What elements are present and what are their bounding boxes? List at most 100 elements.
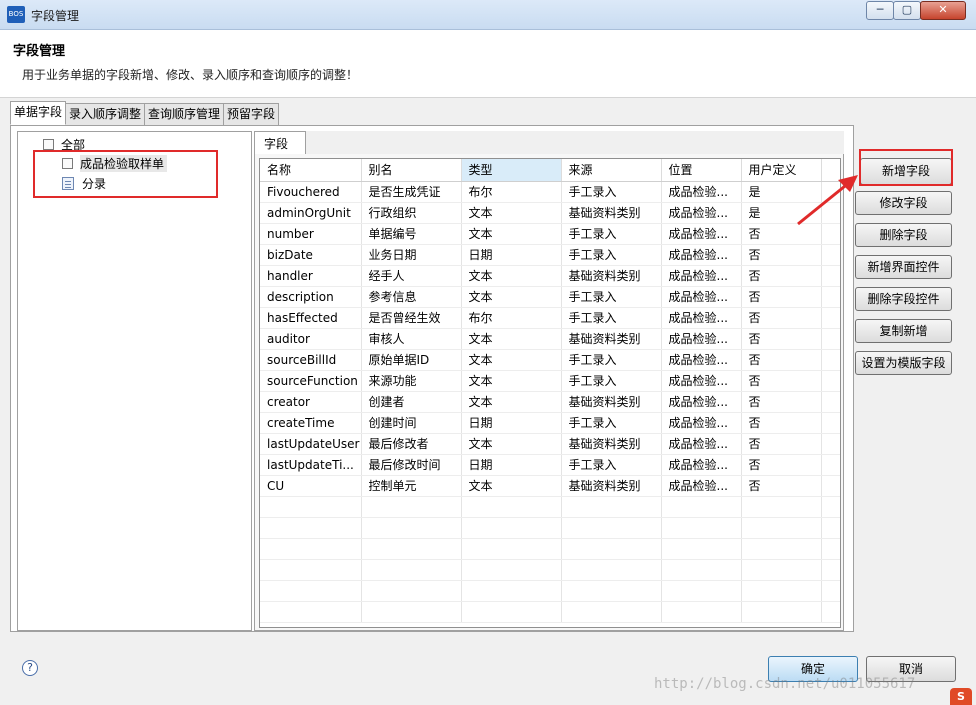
table-row[interactable]: Fivouchered 是否生成凭证 布尔 手工录入 成品检验... 是 <box>260 181 840 203</box>
maximize-button[interactable]: ▢ <box>893 1 921 20</box>
table-cell: 基础资料类别 <box>561 475 662 497</box>
table-cell: 成品检验... <box>661 202 742 224</box>
table-row[interactable]: sourceBillId 原始单据ID 文本 手工录入 成品检验... 否 <box>260 349 840 371</box>
table-row[interactable]: adminOrgUnit 行政组织 文本 基础资料类别 成品检验... 是 <box>260 202 840 224</box>
table-cell: 否 <box>741 328 822 350</box>
table-row[interactable]: sourceFunction 来源功能 文本 手工录入 成品检验... 否 <box>260 370 840 392</box>
table-row[interactable]: description 参考信息 文本 手工录入 成品检验... 否 <box>260 286 840 308</box>
set-template-field-button[interactable]: 设置为模版字段 <box>855 351 952 375</box>
table-cell-filler <box>821 307 840 329</box>
table-cell: 否 <box>741 412 822 434</box>
table-cell: 来源功能 <box>361 370 462 392</box>
tree-node-checkbox[interactable] <box>43 138 54 150</box>
table-cell-filler <box>821 475 840 497</box>
table-cell <box>741 538 822 560</box>
tree-item-all[interactable]: 全部 <box>43 135 85 153</box>
table-cell <box>260 559 362 581</box>
table-cell: 成品检验... <box>661 475 742 497</box>
field-table: 名称 别名 类型 来源 位置 用户定义 Fivouchered 是否生成凭证 布尔 手工录入 成品… <box>260 159 840 623</box>
table-cell: 成品检验... <box>661 454 742 476</box>
app-icon: BOS <box>7 6 25 23</box>
table-cell: 单据编号 <box>361 223 462 245</box>
table-cell: 成品检验... <box>661 265 742 287</box>
tab-fields[interactable]: 字段 <box>254 131 306 155</box>
delete-field-button[interactable]: 删除字段 <box>855 223 952 247</box>
table-cell <box>260 580 362 602</box>
table-cell: 手工录入 <box>561 286 662 308</box>
table-cell: description <box>260 286 362 308</box>
add-field-button[interactable]: 新增字段 <box>860 158 952 185</box>
tab-reserved-fields[interactable]: 预留字段 <box>223 103 280 125</box>
delete-field-control-button[interactable]: 删除字段控件 <box>855 287 952 311</box>
column-header[interactable]: 名称 <box>260 159 362 182</box>
column-header[interactable]: 类型 <box>461 159 562 182</box>
table-row[interactable]: CU 控制单元 文本 基础资料类别 成品检验... 否 <box>260 475 840 497</box>
table-row[interactable]: lastUpdateTi... 最后修改时间 日期 手工录入 成品检验... 否 <box>260 454 840 476</box>
table-row[interactable]: bizDate 业务日期 日期 手工录入 成品检验... 否 <box>260 244 840 266</box>
table-cell <box>361 601 462 623</box>
table-cell: 文本 <box>461 391 562 413</box>
help-icon[interactable]: ? <box>22 660 38 676</box>
table-cell <box>561 580 662 602</box>
table-cell: auditor <box>260 328 362 350</box>
table-body: Fivouchered 是否生成凭证 布尔 手工录入 成品检验... 是 adminOrgU… <box>260 181 840 623</box>
table-cell: 成品检验... <box>661 244 742 266</box>
column-header[interactable]: 来源 <box>561 159 662 182</box>
table-cell-filler <box>821 265 840 287</box>
column-header[interactable]: 别名 <box>361 159 462 182</box>
table-row[interactable]: createTime 创建时间 日期 手工录入 成品检验... 否 <box>260 412 840 434</box>
table-cell <box>561 559 662 581</box>
table-cell-filler <box>821 349 840 371</box>
table-cell: 日期 <box>461 412 562 434</box>
tab-document-fields[interactable]: 单据字段 <box>10 101 67 125</box>
table-row[interactable]: lastUpdateUser 最后修改者 文本 基础资料类别 成品检验... 否 <box>260 433 840 455</box>
table-cell: 参考信息 <box>361 286 462 308</box>
empty-table-row <box>260 517 840 539</box>
table-cell: handler <box>260 265 362 287</box>
table-row[interactable]: creator 创建者 文本 基础资料类别 成品检验... 否 <box>260 391 840 413</box>
table-cell <box>260 496 362 518</box>
empty-table-row <box>260 580 840 602</box>
table-cell: 成品检验... <box>661 370 742 392</box>
tree-node-checkbox[interactable] <box>62 157 73 169</box>
table-cell: hasEffected <box>260 307 362 329</box>
minimize-button[interactable]: ─ <box>866 1 894 20</box>
table-row[interactable]: auditor 审核人 文本 基础资料类别 成品检验... 否 <box>260 328 840 350</box>
copy-add-button[interactable]: 复制新增 <box>855 319 952 343</box>
table-cell <box>741 496 822 518</box>
field-tree: 全部 成品检验取样单 分录 <box>17 131 252 631</box>
table-row[interactable]: number 单据编号 文本 手工录入 成品检验... 否 <box>260 223 840 245</box>
tree-item-entry[interactable]: 分录 <box>62 174 106 192</box>
tree-item-sample-bill[interactable]: 成品检验取样单 <box>62 154 168 172</box>
table-cell: 成品检验... <box>661 349 742 371</box>
add-ui-control-button[interactable]: 新增界面控件 <box>855 255 952 279</box>
edit-field-button[interactable]: 修改字段 <box>855 191 952 215</box>
field-grid[interactable]: 名称 别名 类型 来源 位置 用户定义 Fivouchered 是否生成凭证 布尔 手工录入 成品… <box>259 158 841 628</box>
table-cell: 创建时间 <box>361 412 462 434</box>
table-cell <box>260 517 362 539</box>
column-header[interactable]: 位置 <box>661 159 742 182</box>
tab-query-order[interactable]: 查询顺序管理 <box>144 103 225 125</box>
table-cell <box>821 517 840 539</box>
field-tab-strip <box>306 131 844 155</box>
table-cell: 成品检验... <box>661 307 742 329</box>
empty-table-row <box>260 601 840 623</box>
close-button[interactable]: ✕ <box>920 1 966 20</box>
table-cell: 文本 <box>461 265 562 287</box>
table-cell <box>821 538 840 560</box>
watermark-text: http://blog.csdn.net/u011055617 <box>654 676 916 692</box>
table-cell <box>661 580 742 602</box>
table-cell: 否 <box>741 391 822 413</box>
tab-entry-order[interactable]: 录入顺序调整 <box>65 103 146 125</box>
table-cell: 手工录入 <box>561 370 662 392</box>
tree-item-label: 全部 <box>61 137 86 152</box>
table-row[interactable]: hasEffected 是否曾经生效 布尔 手工录入 成品检验... 否 <box>260 307 840 329</box>
table-cell <box>821 559 840 581</box>
table-cell <box>461 601 562 623</box>
table-cell: 控制单元 <box>361 475 462 497</box>
table-cell <box>821 496 840 518</box>
table-row[interactable]: handler 经手人 文本 基础资料类别 成品检验... 否 <box>260 265 840 287</box>
header-description: 用于业务单据的字段新增、修改、录入顺序和查询顺序的调整！ <box>22 68 359 82</box>
table-cell: 是否生成凭证 <box>361 181 462 203</box>
table-cell <box>741 517 822 539</box>
